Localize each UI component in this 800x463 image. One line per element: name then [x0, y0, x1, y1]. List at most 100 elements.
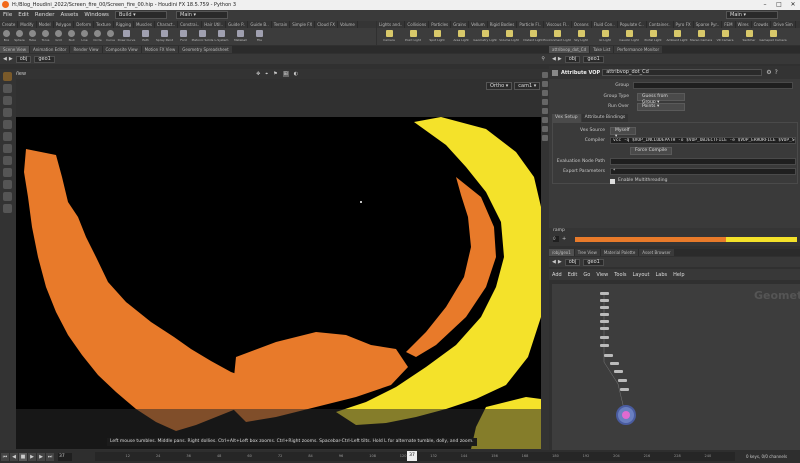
group-field[interactable] — [633, 82, 793, 89]
ramp-add-button[interactable]: + — [562, 236, 566, 242]
shelf-tab[interactable]: Rigging — [114, 21, 134, 28]
pane-tab[interactable]: Render View — [70, 46, 102, 53]
shelf-tool[interactable]: Box — [0, 28, 13, 45]
shelf-tool[interactable]: Spot Light — [425, 28, 449, 45]
camera-dropdown[interactable]: cam1 ▾ — [514, 82, 541, 90]
rotate-tool-icon[interactable] — [3, 96, 12, 105]
shelf-tab[interactable]: Polygon — [54, 21, 75, 28]
pane-tab[interactable]: Take List — [590, 46, 614, 53]
network-node[interactable] — [600, 336, 609, 339]
net-path-obj[interactable]: obj — [564, 258, 581, 266]
view-tool-icon-left[interactable] — [3, 144, 12, 153]
group-type-select[interactable]: Guess from Group ▾ — [637, 93, 685, 105]
step-back-button[interactable]: ◀ — [10, 452, 18, 461]
brush-tool-icon[interactable] — [3, 156, 12, 165]
network-tab[interactable]: /obj/geo1 — [549, 249, 574, 256]
shelf-tool[interactable]: L-System — [212, 28, 231, 45]
shelf-tab[interactable]: Particles — [429, 21, 452, 28]
shelf-tool[interactable]: Distant Light — [521, 28, 545, 45]
desktop-select-3[interactable]: Main ▾ — [726, 11, 778, 19]
menu-windows[interactable]: Windows — [81, 10, 112, 21]
shelf-tab[interactable]: Lights and.. — [377, 21, 406, 28]
force-compile-button[interactable]: Force Compile — [630, 147, 673, 155]
param-path-geo1[interactable]: geo1 — [583, 55, 604, 63]
shelf-tool[interactable]: Platonic Solids — [192, 28, 213, 45]
camera-tool-icon[interactable] — [3, 204, 12, 213]
shelf-tool[interactable]: Null — [65, 28, 78, 45]
pose-tool-icon[interactable] — [3, 132, 12, 141]
export-params-field[interactable]: * — [610, 168, 796, 175]
network-node[interactable] — [600, 344, 609, 347]
node-name-field[interactable]: attribvop_dot_Cd — [602, 69, 763, 76]
network-node[interactable] — [600, 327, 609, 330]
network-node[interactable] — [600, 313, 609, 316]
menu-assets[interactable]: Assets — [57, 10, 81, 21]
shelf-tab[interactable]: Model — [37, 21, 54, 28]
shelf-tool[interactable]: Line — [78, 28, 91, 45]
display-option-icon-7[interactable] — [542, 126, 548, 132]
network-tab[interactable]: Asset Browser — [639, 249, 674, 256]
shelf-tab[interactable]: Container.. — [647, 21, 674, 28]
pane-tab[interactable]: Scene View — [0, 46, 29, 53]
multithreading-checkbox[interactable] — [610, 179, 615, 184]
scale-tool-icon[interactable] — [3, 108, 12, 117]
pane-tab[interactable]: Composite View — [102, 46, 141, 53]
shelf-tab[interactable]: Rigid Bodies — [488, 21, 518, 28]
forward-icon-right[interactable]: ▶ — [558, 56, 562, 62]
view-tool-icon[interactable]: ✥ — [256, 71, 260, 77]
shelf-tab[interactable]: Charact.. — [155, 21, 179, 28]
shelf-tool[interactable]: Torus — [39, 28, 52, 45]
shelf-tool[interactable]: Draw Curve — [117, 28, 136, 45]
pin-icon[interactable]: ⚲ — [541, 56, 545, 62]
shelf-tab[interactable]: Drive Sim — [771, 21, 796, 28]
pane-tab[interactable]: Motion FX View — [141, 46, 179, 53]
timeline-playhead[interactable]: 37 — [407, 451, 417, 461]
shelf-tab[interactable]: Grains — [451, 21, 470, 28]
play-button[interactable]: ▶ — [28, 452, 36, 461]
shelf-tab[interactable]: Collisions — [405, 21, 430, 28]
display-option-icon-4[interactable] — [542, 99, 548, 105]
network-tab[interactable]: Tree View — [574, 249, 600, 256]
shelf-tab[interactable]: Sparse Pyr.. — [694, 21, 723, 28]
color-ramp-bar[interactable] — [575, 237, 797, 242]
forward-icon[interactable]: ▶ — [9, 56, 13, 62]
help-icon[interactable]: ? — [775, 69, 778, 76]
shelf-tool[interactable]: Font — [174, 28, 193, 45]
network-node[interactable] — [600, 306, 609, 309]
display-option-icon-5[interactable] — [542, 108, 548, 114]
shelf-tab[interactable]: Cloud FX — [315, 21, 338, 28]
eval-path-field[interactable] — [610, 158, 796, 165]
shelf-tab[interactable]: Populate C.. — [618, 21, 647, 28]
scene-viewport[interactable] — [16, 117, 541, 449]
display-option-icon-6[interactable] — [542, 117, 548, 123]
desktop-select[interactable]: Build ▾ — [115, 11, 167, 19]
pane-tab[interactable]: Performance Monitor — [614, 46, 663, 53]
shelf-tab[interactable]: Guide P.. — [226, 21, 249, 28]
shelf-tool[interactable]: Sphere — [13, 28, 26, 45]
minimize-button[interactable]: – — [758, 0, 772, 10]
network-node[interactable] — [600, 299, 609, 302]
shelf-tool[interactable]: File — [250, 28, 269, 45]
jump-end-button[interactable]: ⏭ — [46, 452, 54, 461]
shelf-tab[interactable]: Viscous Fl.. — [544, 21, 572, 28]
frame-field[interactable]: 37 — [58, 452, 72, 461]
shelf-tab[interactable]: Vellum — [469, 21, 488, 28]
display-option-icon-3[interactable] — [542, 90, 548, 96]
shelf-tab[interactable]: Wires — [736, 21, 752, 28]
magnet-tool-icon[interactable] — [3, 168, 12, 177]
shelf-tool[interactable]: Geometry Light — [473, 28, 497, 45]
view-tool-icon-2[interactable]: ⌖ — [265, 71, 268, 77]
shelf-tool[interactable]: Sky Light — [569, 28, 593, 45]
shelf-tool[interactable]: Gamepad Camera — [759, 28, 787, 45]
snap-tool-icon[interactable] — [3, 180, 12, 189]
network-node[interactable] — [614, 370, 623, 373]
menu-file[interactable]: File — [0, 10, 15, 21]
step-forward-button[interactable]: ▶ — [37, 452, 45, 461]
shelf-tab[interactable]: Volume — [338, 21, 358, 28]
vex-source-select[interactable]: Myself ▾ — [610, 127, 636, 139]
forward-icon-net[interactable]: ▶ — [558, 259, 562, 265]
network-menu-item[interactable]: Go — [580, 272, 593, 278]
network-menu-item[interactable]: Edit — [565, 272, 581, 278]
shelf-tab[interactable]: Modify — [18, 21, 37, 28]
select-tool-icon[interactable] — [3, 72, 12, 81]
